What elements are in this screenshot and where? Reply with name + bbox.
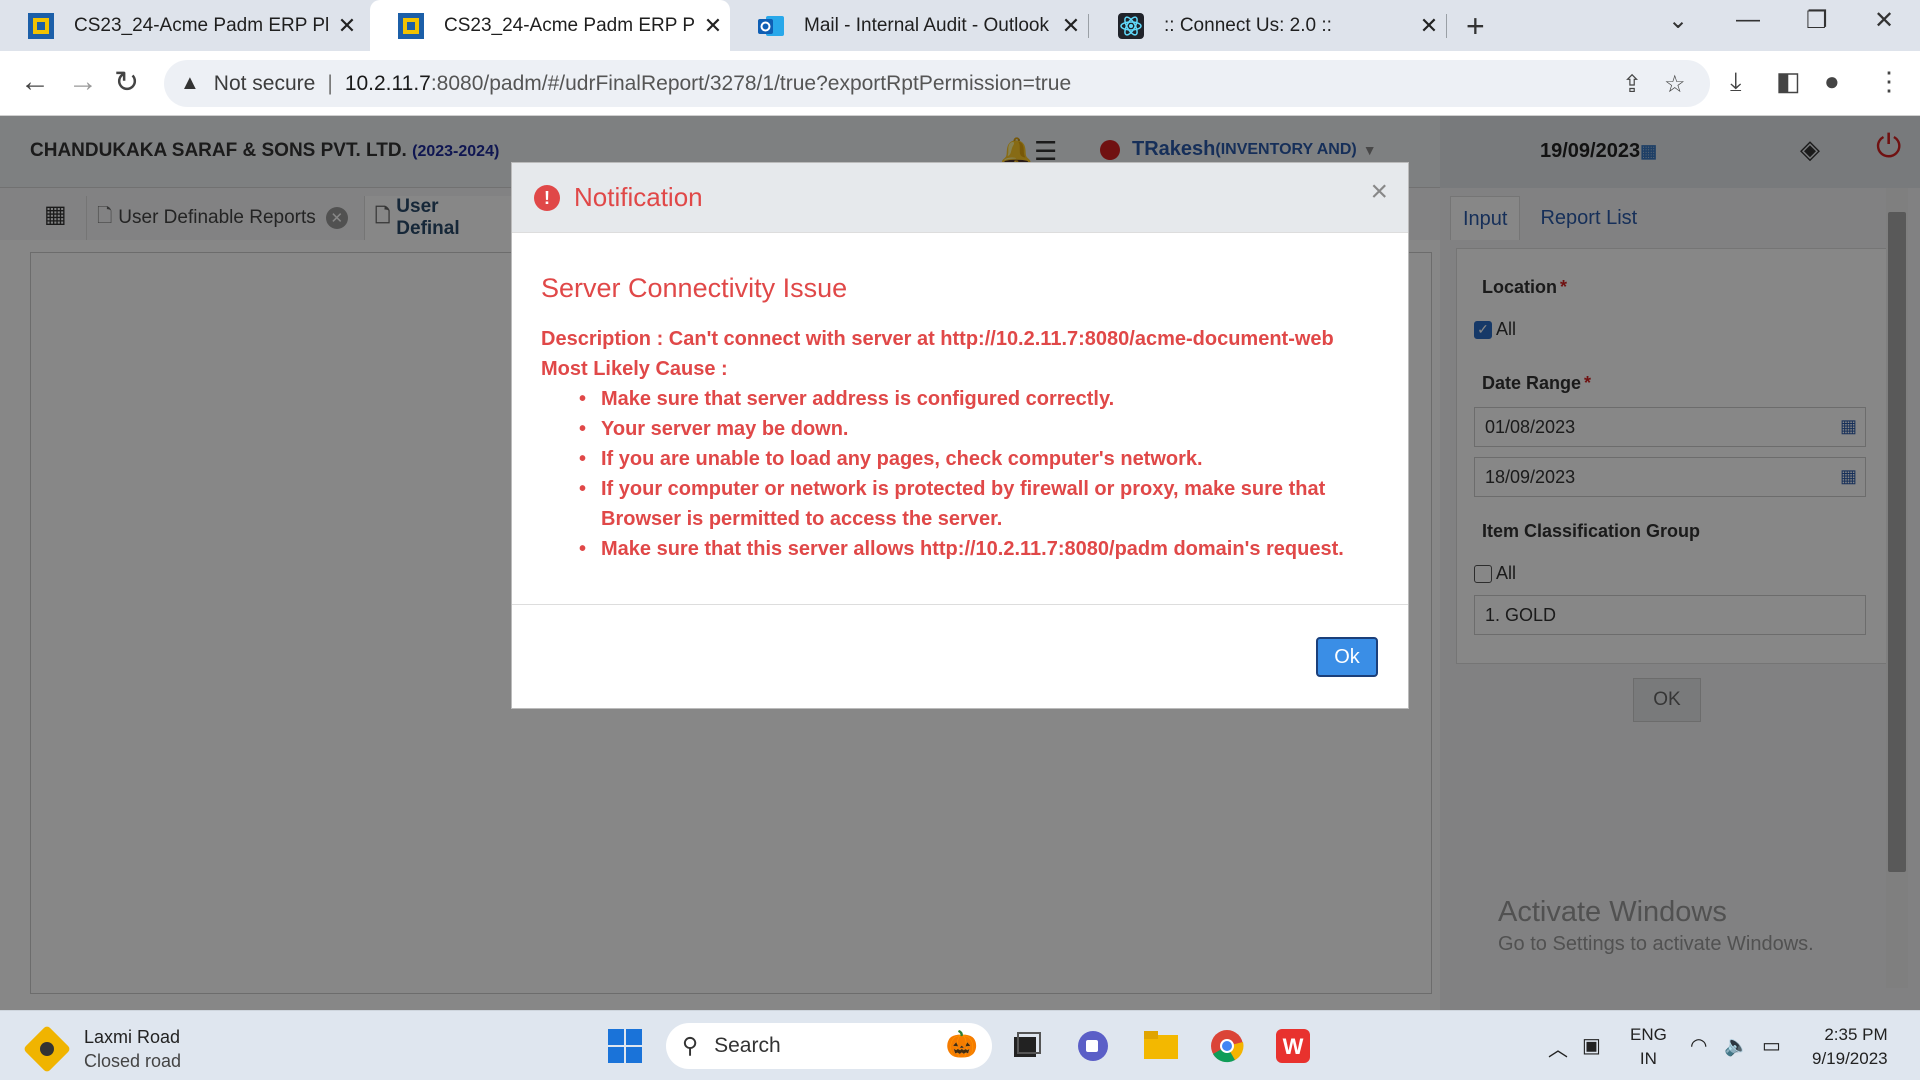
address-bar-row: ← → ↻ ▲ Not secure | 10.2.11.7:8080/padm… xyxy=(0,51,1920,116)
modal-close-icon[interactable]: × xyxy=(1370,175,1388,209)
search-label: Search xyxy=(714,1034,781,1057)
download-icon[interactable]: ⤓ xyxy=(1730,66,1742,98)
menu-kebab-icon[interactable]: ⋮ xyxy=(1876,66,1902,97)
restore-icon[interactable]: ❐ xyxy=(1806,6,1828,35)
lang-line1: ENG xyxy=(1630,1025,1667,1044)
modal-body: Server Connectivity Issue Description : … xyxy=(541,273,1391,564)
battery-icon[interactable]: ▭ xyxy=(1762,1033,1781,1058)
security-label[interactable]: Not secure xyxy=(214,72,316,96)
wifi-icon[interactable]: ◠ xyxy=(1690,1033,1707,1058)
browser-tab-strip: CS23_24-Acme Padm ERP Platfor ✕ CS23_24-… xyxy=(0,0,1920,51)
windows-start-icon[interactable] xyxy=(606,1027,644,1065)
tab-title: CS23_24-Acme Padm ERP Platfor xyxy=(74,14,330,36)
outlook-icon xyxy=(758,13,784,39)
tab-search-chevron-icon[interactable]: ⌄ xyxy=(1668,6,1688,35)
url-path: :8080/padm/#/udrFinalReport/3278/1/true?… xyxy=(430,71,1072,95)
cause-list: Make sure that server address is configu… xyxy=(571,384,1391,564)
search-icon: ⚲ xyxy=(682,1033,699,1058)
clock-date: 9/19/2023 xyxy=(1812,1049,1888,1068)
erp-favicon-icon xyxy=(28,12,54,39)
road-alert-icon xyxy=(22,1024,72,1074)
close-window-icon[interactable]: ✕ xyxy=(1874,6,1894,35)
erp-favicon-icon xyxy=(398,12,424,39)
list-item: Make sure that this server allows http:/… xyxy=(571,534,1391,564)
browser-tab-2[interactable]: CS23_24-Acme Padm ERP Platfor ✕ xyxy=(370,0,730,51)
list-item: If you are unable to load any pages, che… xyxy=(571,444,1391,474)
cause-label: Most Likely Cause : xyxy=(541,358,728,380)
wps-office-icon[interactable]: W xyxy=(1274,1027,1312,1065)
new-tab-icon[interactable]: + xyxy=(1466,8,1485,45)
volume-icon[interactable]: 🔈 xyxy=(1724,1033,1749,1058)
file-explorer-icon[interactable] xyxy=(1142,1027,1180,1065)
tab-title: :: Connect Us: 2.0 :: xyxy=(1164,14,1332,36)
tab-close-icon[interactable]: ✕ xyxy=(1412,13,1446,39)
tab-close-icon[interactable]: ✕ xyxy=(1054,13,1088,39)
modal-title: Notification xyxy=(574,182,703,212)
clock-time: 2:35 PM xyxy=(1824,1025,1888,1044)
tab-close-icon[interactable]: ✕ xyxy=(330,13,364,39)
error-heading: Server Connectivity Issue xyxy=(541,273,848,303)
tray-chevron-icon[interactable]: ︿ xyxy=(1548,1033,1568,1062)
profile-icon[interactable]: ● xyxy=(1824,66,1840,97)
pumpkin-icon: 🎃 xyxy=(945,1029,978,1059)
tab-title: Mail - Internal Audit - Outlook xyxy=(804,14,1049,36)
share-icon[interactable]: ⇪ xyxy=(1622,70,1642,99)
modal-header: ! Notification × xyxy=(512,163,1408,233)
omnibox-divider: | xyxy=(327,71,333,95)
list-item: Your server may be down. xyxy=(571,414,1391,444)
bookmark-star-icon[interactable]: ☆ xyxy=(1664,70,1686,99)
weather-title: Laxmi Road xyxy=(84,1027,181,1047)
browser-tab-1[interactable]: CS23_24-Acme Padm ERP Platfor ✕ xyxy=(0,0,364,51)
forward-icon[interactable]: → xyxy=(68,65,98,99)
back-icon[interactable]: ← xyxy=(20,65,50,99)
omnibox[interactable]: ▲ Not secure | 10.2.11.7:8080/padm/#/udr… xyxy=(164,60,1710,107)
browser-tab-3[interactable]: Mail - Internal Audit - Outlook ✕ xyxy=(730,0,1088,51)
minimize-icon[interactable]: — xyxy=(1736,6,1760,34)
error-description: Description : Can't connect with server … xyxy=(541,328,1334,350)
svg-text:W: W xyxy=(1283,1034,1304,1059)
side-panel-icon[interactable]: ◧ xyxy=(1776,66,1801,97)
modal-ok-button[interactable]: Ok xyxy=(1316,637,1378,677)
weather-widget[interactable]: Laxmi Road Closed road xyxy=(22,1024,182,1074)
tab-title: CS23_24-Acme Padm ERP Platfor xyxy=(444,14,696,36)
language-indicator[interactable]: ENG IN xyxy=(1630,1023,1667,1071)
taskbar-search[interactable]: ⚲ Search 🎃 xyxy=(666,1023,992,1069)
reload-icon[interactable]: ↻ xyxy=(114,65,139,100)
list-item: Make sure that server address is configu… xyxy=(571,384,1391,414)
chat-icon[interactable] xyxy=(1074,1027,1112,1065)
system-clock[interactable]: 2:35 PM 9/19/2023 xyxy=(1812,1023,1888,1071)
modal-divider xyxy=(512,604,1408,605)
warning-icon[interactable]: ▲ xyxy=(180,72,200,95)
weather-sub: Closed road xyxy=(84,1051,182,1071)
list-item: If your computer or network is protected… xyxy=(571,474,1391,534)
browser-tab-4[interactable]: :: Connect Us: 2.0 :: ✕ xyxy=(1090,0,1446,51)
url-host: 10.2.11.7 xyxy=(344,71,431,95)
lang-line2: IN xyxy=(1639,1049,1657,1068)
task-view-icon[interactable] xyxy=(1008,1027,1046,1065)
app-tray-icon[interactable]: ▣ xyxy=(1582,1033,1601,1058)
notification-modal: ! Notification × Server Connectivity Iss… xyxy=(511,162,1409,709)
windows-taskbar: Laxmi Road Closed road ⚲ Search 🎃 W ︿ ▣ … xyxy=(0,1010,1920,1080)
react-icon xyxy=(1118,12,1144,39)
tab-separator xyxy=(1446,14,1447,38)
error-icon: ! xyxy=(534,185,560,211)
tab-separator xyxy=(1088,14,1089,38)
chrome-icon[interactable] xyxy=(1208,1027,1246,1065)
tab-close-icon[interactable]: ✕ xyxy=(696,13,730,39)
